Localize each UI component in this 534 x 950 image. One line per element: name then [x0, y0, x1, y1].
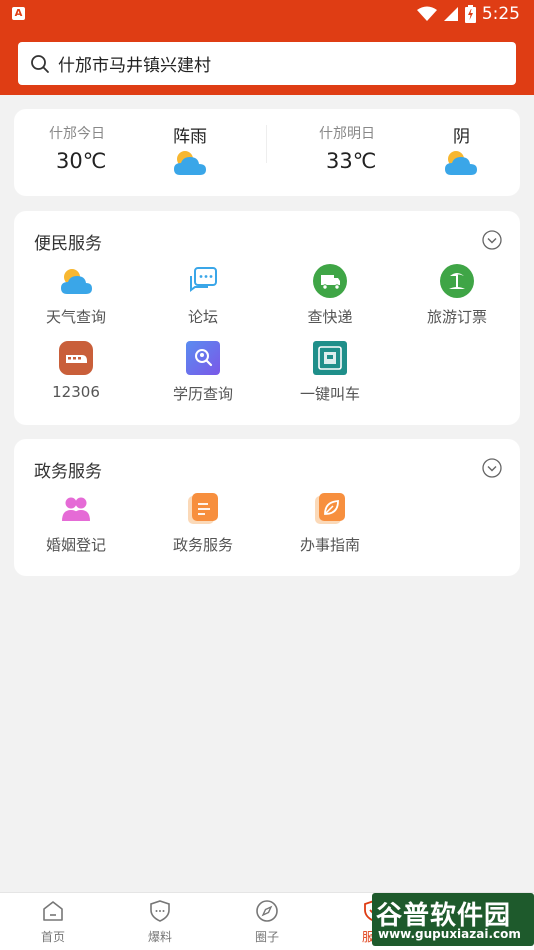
service-label: 一键叫车 — [299, 385, 360, 403]
service-label: 学历查询 — [172, 385, 233, 403]
forum-chat-icon — [190, 267, 217, 292]
government-section-title: 政务服务 — [34, 462, 102, 482]
partly-cloudy-icon — [174, 151, 206, 175]
service-label: 12306 — [52, 383, 100, 401]
weather-tomorrow-temp: 33℃ — [326, 149, 377, 173]
home-icon — [43, 901, 63, 921]
compass-icon — [256, 900, 278, 922]
status-right: 5:25 — [416, 3, 520, 25]
chevron-down-icon[interactable] — [482, 458, 502, 478]
search-icon — [31, 54, 49, 73]
weather-card[interactable]: 什邡今日 30℃ 阵雨 什邡明日 33℃ 阴 — [14, 109, 520, 196]
weather-tomorrow-label: 什邡明日 — [319, 126, 375, 142]
service-label: 办事指南 — [299, 536, 360, 554]
nav-circle[interactable]: 圈子 — [237, 899, 297, 945]
app-header: A 5:25 什邡市马井镇兴建村 — [0, 0, 534, 95]
partly-cloudy-icon — [445, 151, 477, 175]
service-label: 论坛 — [187, 308, 218, 326]
nav-home[interactable]: 首页 — [23, 899, 83, 945]
service-label: 旅游订票 — [426, 308, 487, 326]
convenience-services-card: 便民服务 天气查询 论坛 查快递 旅游订票 12306 学历查询 一键叫车 — [14, 211, 520, 425]
service-weather-query[interactable]: 天气查询 — [26, 264, 126, 327]
weather-today-condition: 阵雨 — [173, 127, 207, 147]
gov-document-icon — [188, 493, 218, 524]
delivery-truck-icon — [313, 264, 347, 298]
service-forum[interactable]: 论坛 — [153, 264, 253, 327]
service-label: 天气查询 — [45, 308, 106, 326]
shield-report-icon — [150, 900, 170, 922]
nav-label: 首页 — [40, 930, 65, 944]
marriage-couple-icon — [62, 497, 90, 521]
nav-label: 圈子 — [254, 930, 279, 944]
guide-leaf-icon — [315, 493, 345, 524]
weather-today[interactable]: 什邡今日 30℃ 阵雨 — [14, 109, 266, 196]
location-search-box[interactable]: 什邡市马井镇兴建村 — [18, 42, 516, 85]
service-label: 婚姻登记 — [45, 536, 106, 554]
status-time: 5:25 — [481, 4, 520, 24]
service-label: 查快递 — [307, 308, 353, 326]
watermark-url: www.gupuxiazai.com — [378, 927, 521, 941]
status-bar: A 5:25 — [0, 0, 534, 28]
education-search-icon — [186, 341, 220, 375]
taxi-icon — [313, 341, 347, 375]
nav-report[interactable]: 爆料 — [130, 899, 190, 945]
service-call-taxi[interactable]: 一键叫车 — [280, 341, 380, 404]
weather-icon — [61, 269, 92, 294]
signal-icon — [443, 7, 458, 21]
travel-island-icon — [440, 264, 474, 298]
battery-icon — [464, 5, 476, 23]
chevron-down-icon[interactable] — [482, 230, 502, 250]
service-12306[interactable]: 12306 — [26, 341, 126, 401]
weather-tomorrow[interactable]: 什邡明日 33℃ 阴 — [267, 109, 520, 196]
service-education-query[interactable]: 学历查询 — [153, 341, 253, 404]
convenience-section-title: 便民服务 — [34, 234, 102, 254]
gov-marriage-registration[interactable]: 婚姻登记 — [26, 492, 126, 555]
search-text: 什邡市马井镇兴建村 — [58, 56, 211, 76]
service-label: 政务服务 — [172, 536, 233, 554]
watermark-logo: 谷普软件园 www.gupuxiazai.com — [372, 893, 534, 946]
service-express-query[interactable]: 查快递 — [280, 264, 380, 327]
notification-a-icon: A — [12, 7, 25, 20]
weather-today-temp: 30℃ — [56, 149, 107, 173]
nav-label: 爆料 — [147, 930, 172, 944]
wifi-icon — [416, 6, 437, 21]
weather-tomorrow-condition: 阴 — [453, 127, 470, 147]
government-services-card: 政务服务 婚姻登记 政务服务 办事指南 — [14, 439, 520, 576]
gov-service-guide[interactable]: 办事指南 — [280, 492, 380, 555]
train-icon — [59, 341, 93, 375]
gov-affairs-service[interactable]: 政务服务 — [153, 492, 253, 555]
service-travel-booking[interactable]: 旅游订票 — [407, 264, 507, 327]
weather-today-label: 什邡今日 — [49, 126, 105, 142]
